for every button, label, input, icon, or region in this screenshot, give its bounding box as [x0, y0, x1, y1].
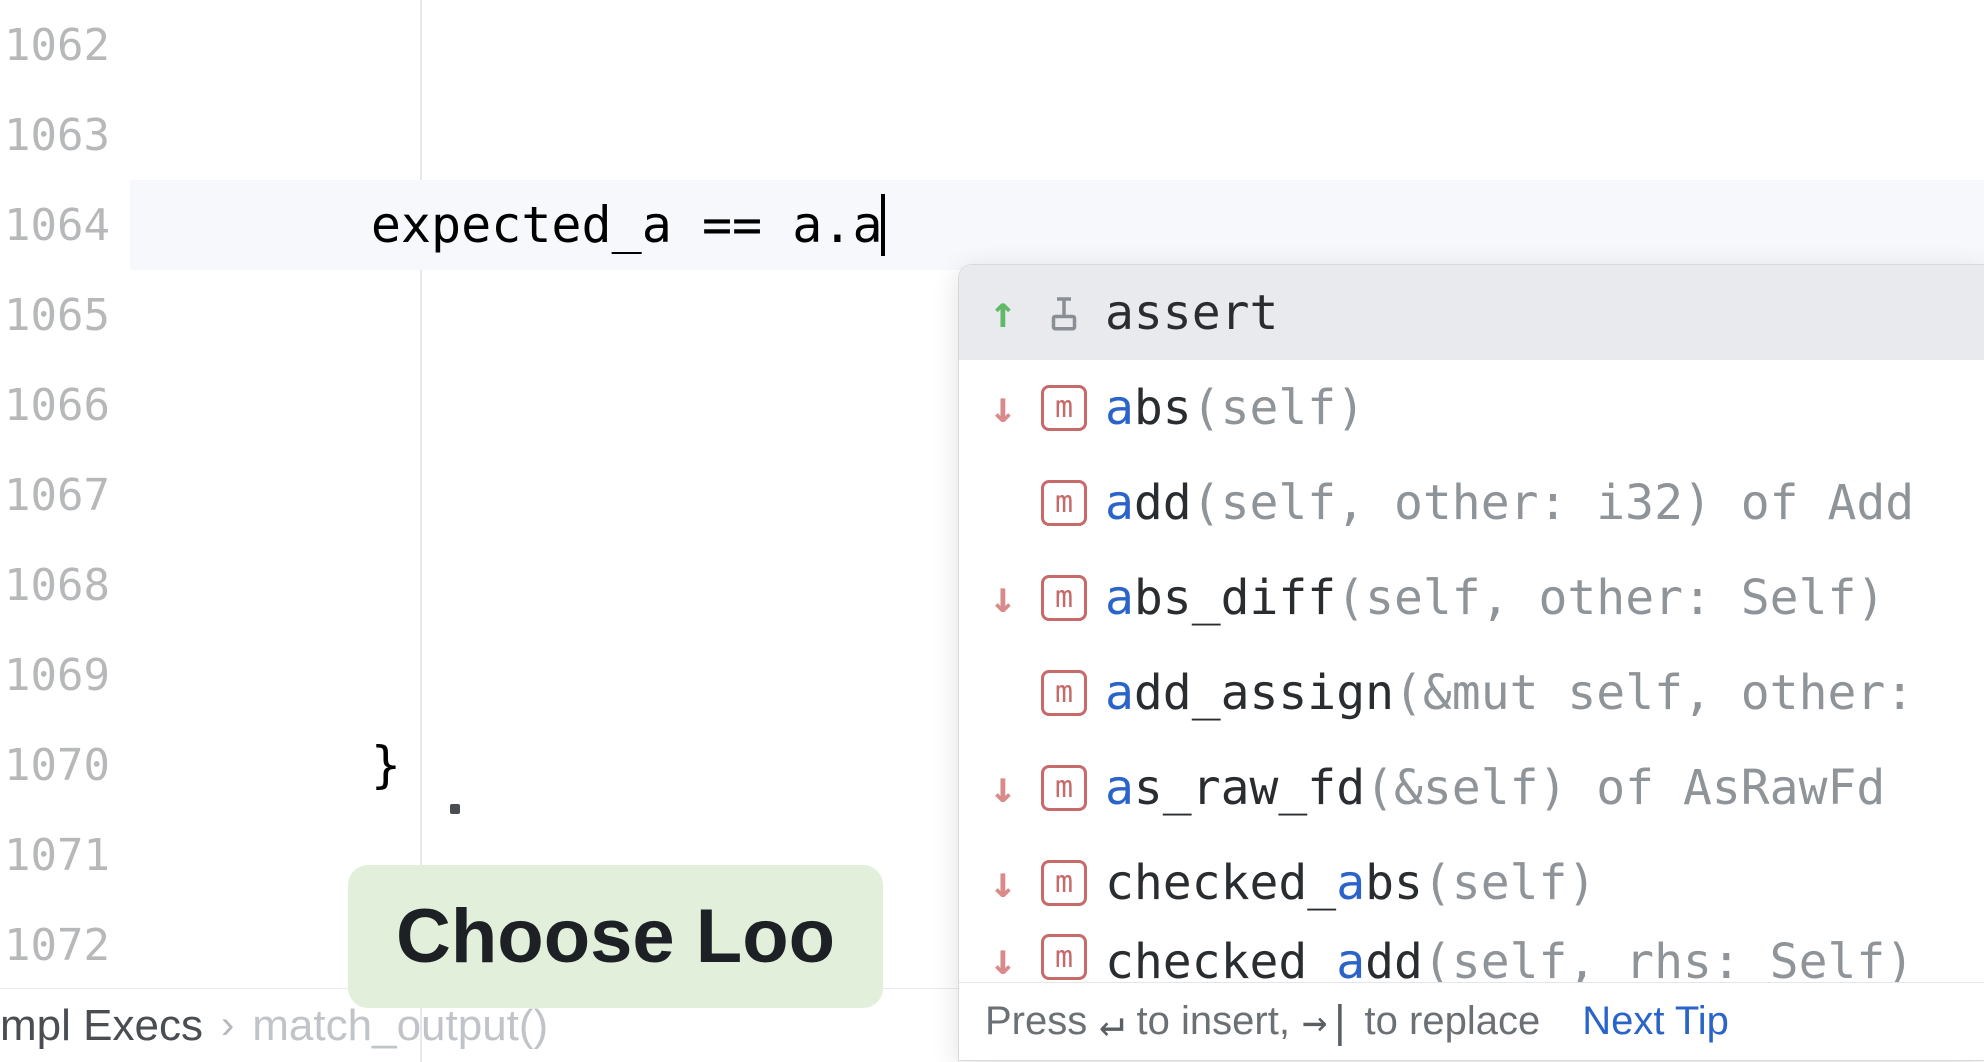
- rank-down-icon: ↓: [983, 572, 1023, 623]
- autocomplete-item[interactable]: · m add_assign(&mut self, other:: [959, 645, 1984, 740]
- autocomplete-label: as_raw_fd(&self) of AsRawFd: [1105, 760, 1885, 816]
- method-icon: m: [1041, 385, 1087, 431]
- rank-down-icon: ↓: [983, 382, 1023, 433]
- autocomplete-label: assert: [1105, 285, 1278, 341]
- method-icon: m: [1041, 480, 1087, 526]
- code-line[interactable]: [130, 0, 1984, 90]
- code-line-active[interactable]: expected_a == a.a: [130, 180, 1984, 270]
- method-icon: m: [1041, 860, 1087, 906]
- enter-key-icon: ↵: [1099, 997, 1124, 1046]
- rank-none-icon: ·: [983, 667, 1023, 718]
- line-number: 1067: [0, 450, 130, 540]
- code-line[interactable]: [130, 90, 1984, 180]
- rank-down-icon: ↓: [983, 934, 1023, 982]
- footer-text: Press: [985, 999, 1087, 1044]
- breadcrumb-item[interactable]: match_output(): [252, 1001, 548, 1051]
- footer-text: to insert,: [1137, 999, 1290, 1044]
- autocomplete-item[interactable]: ↓ m abs_diff(self, other: Self): [959, 550, 1984, 645]
- line-number: 1069: [0, 630, 130, 720]
- method-icon: m: [1041, 765, 1087, 811]
- line-number: 1065: [0, 270, 130, 360]
- line-number: 1062: [0, 0, 130, 90]
- autocomplete-popup[interactable]: ↑ assert ↓ m abs(self) · m add(self, oth…: [958, 264, 1984, 1061]
- rank-down-icon: ↓: [983, 762, 1023, 813]
- autocomplete-item[interactable]: ↓ m abs(self): [959, 360, 1984, 455]
- next-tip-link[interactable]: Next Tip: [1582, 999, 1729, 1044]
- autocomplete-label: checked_abs(self): [1105, 855, 1596, 911]
- method-icon: m: [1041, 670, 1087, 716]
- chevron-right-icon: ›: [221, 1003, 234, 1048]
- autocomplete-item[interactable]: ↓ m checked_abs(self): [959, 835, 1984, 930]
- line-number: 1072: [0, 900, 130, 990]
- rank-none-icon: ·: [983, 477, 1023, 528]
- rank-down-icon: ↓: [983, 857, 1023, 908]
- line-number-gutter: 1062 1063 1064 1065 1066 1067 1068 1069 …: [0, 0, 130, 990]
- fold-marker-icon[interactable]: [450, 804, 460, 814]
- tab-key-icon: →|: [1302, 997, 1353, 1046]
- autocomplete-label: add_assign(&mut self, other:: [1105, 665, 1914, 721]
- autocomplete-item[interactable]: ↓ m as_raw_fd(&self) of AsRawFd: [959, 740, 1984, 835]
- breadcrumb-item[interactable]: mpl Execs: [0, 1001, 203, 1051]
- line-number: 1071: [0, 810, 130, 900]
- autocomplete-label: abs_diff(self, other: Self): [1105, 570, 1885, 626]
- text-cursor: [881, 194, 885, 256]
- autocomplete-label: checked_add(self, rhs: Self): [1105, 934, 1914, 982]
- method-icon: m: [1041, 575, 1087, 621]
- autocomplete-item[interactable]: ↓ m checked_add(self, rhs: Self): [959, 930, 1984, 982]
- autocomplete-footer: Press ↵ to insert, →| to replace Next Ti…: [959, 982, 1984, 1060]
- line-number: 1066: [0, 360, 130, 450]
- line-number: 1064: [0, 180, 130, 270]
- method-icon: m: [1041, 934, 1087, 980]
- template-icon: [1041, 290, 1087, 336]
- line-number: 1070: [0, 720, 130, 810]
- code-text: expected_a == a.a: [130, 196, 883, 254]
- hint-text: Choose Loo: [396, 894, 835, 979]
- footer-text: to replace: [1365, 999, 1541, 1044]
- hint-banner: Choose Loo: [348, 865, 883, 1008]
- autocomplete-item[interactable]: ↑ assert: [959, 265, 1984, 360]
- line-number: 1068: [0, 540, 130, 630]
- autocomplete-label: add(self, other: i32) of Add: [1105, 475, 1914, 531]
- line-number: 1063: [0, 90, 130, 180]
- rank-up-icon: ↑: [983, 287, 1023, 338]
- autocomplete-label: abs(self): [1105, 380, 1365, 436]
- autocomplete-item[interactable]: · m add(self, other: i32) of Add: [959, 455, 1984, 550]
